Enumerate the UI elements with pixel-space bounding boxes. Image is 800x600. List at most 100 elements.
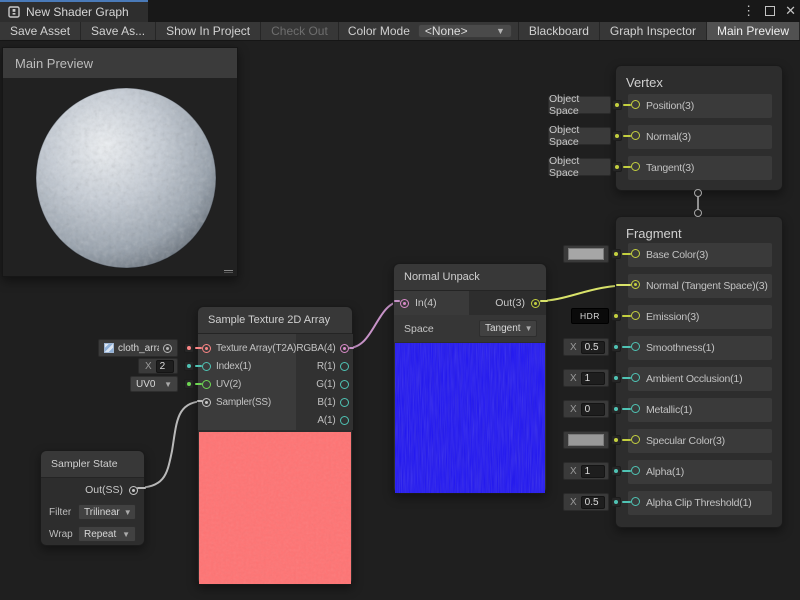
object-space-label: Object Space: [549, 124, 610, 148]
tab-new-shader-graph[interactable]: New Shader Graph: [0, 0, 148, 22]
float-field[interactable]: 0.5: [581, 341, 605, 354]
port-label: Alpha Clip Threshold(1): [646, 497, 752, 509]
index-port[interactable]: [202, 362, 211, 371]
normal-tangent-port[interactable]: [631, 280, 640, 289]
node-title: Vertex: [616, 66, 782, 90]
object-space-widget[interactable]: Object Space: [548, 158, 611, 176]
emission-hdr-swatch[interactable]: HDR: [571, 308, 609, 324]
connector-dot: [611, 373, 621, 383]
filter-dropdown[interactable]: Trilinear ▼: [78, 504, 136, 520]
r-port[interactable]: [340, 362, 349, 371]
alpha-clip-threshold-port[interactable]: [631, 497, 640, 506]
metallic-port[interactable]: [631, 404, 640, 413]
texture-array-object-field[interactable]: cloth_array: [98, 339, 178, 357]
save-asset-button[interactable]: Save Asset: [0, 22, 81, 40]
graph-inspector-toggle-button[interactable]: Graph Inspector: [600, 22, 707, 40]
show-in-project-button[interactable]: Show In Project: [156, 22, 261, 40]
window-menu-icon[interactable]: ⋮: [742, 0, 755, 22]
port-label: Ambient Occlusion(1): [646, 373, 742, 385]
main-preview-panel[interactable]: Main Preview: [2, 47, 238, 277]
float-field[interactable]: 0: [581, 403, 605, 416]
g-port[interactable]: [340, 380, 349, 389]
alpha-clip-float-widget[interactable]: X 0.5: [563, 493, 609, 511]
out-port[interactable]: [531, 299, 540, 308]
filter-label: Filter: [49, 507, 78, 518]
normal-unpack-node[interactable]: Normal Unpack In(4) Out(3) Space Tangent…: [393, 263, 547, 494]
object-space-widget[interactable]: Object Space: [548, 127, 611, 145]
ambient-occlusion-float-widget[interactable]: X 1: [563, 369, 609, 387]
specular-color-port[interactable]: [631, 435, 640, 444]
vertex-row-normal: Normal(3): [628, 125, 772, 149]
position-port[interactable]: [631, 100, 640, 109]
float-field[interactable]: 0.5: [581, 496, 605, 509]
ambient-occlusion-port[interactable]: [631, 373, 640, 382]
smoothness-float-widget[interactable]: X 0.5: [563, 338, 609, 356]
main-preview-viewport[interactable]: [3, 78, 237, 276]
port-label: Texture Array(T2A): [216, 343, 296, 354]
smoothness-port[interactable]: [631, 342, 640, 351]
main-preview-toggle-button[interactable]: Main Preview: [707, 22, 800, 40]
x-label: X: [570, 342, 577, 353]
blackboard-toggle-button[interactable]: Blackboard: [518, 22, 600, 40]
x-label: X: [145, 361, 152, 372]
maximize-icon[interactable]: [765, 6, 775, 16]
save-as-button[interactable]: Save As...: [81, 22, 156, 40]
base-color-port[interactable]: [631, 249, 640, 258]
x-label: X: [570, 466, 577, 477]
in-port[interactable]: [400, 299, 409, 308]
uv-channel-dropdown[interactable]: UV0 ▼: [130, 376, 178, 392]
main-preview-header[interactable]: Main Preview: [3, 48, 237, 78]
float-field[interactable]: 1: [581, 465, 605, 478]
vertex-master-node[interactable]: Vertex Position(3) Normal(3) Tangent(3): [615, 65, 783, 191]
connector-dot: [612, 100, 622, 110]
a-port[interactable]: [340, 416, 349, 425]
sample-texture-2d-array-node[interactable]: Sample Texture 2D Array Texture Array(T2…: [197, 306, 353, 585]
sampler-port[interactable]: [202, 398, 211, 407]
port-label: Normal (Tangent Space)(3): [646, 280, 768, 292]
x-label: X: [570, 404, 577, 415]
object-picker-icon[interactable]: [163, 344, 172, 353]
filter-value: Trilinear: [84, 507, 120, 518]
fragment-master-node[interactable]: Fragment Base Color(3) Normal (Tangent S…: [615, 216, 783, 528]
resize-handle[interactable]: [224, 270, 233, 273]
color-mode-value: <None>: [425, 24, 468, 38]
sampler-state-node[interactable]: Sampler State Out(SS) Filter Trilinear ▼…: [40, 450, 145, 546]
connector-dot: [612, 131, 622, 141]
port-label: Tangent(3): [646, 162, 694, 174]
space-dropdown[interactable]: Tangent ▼: [479, 320, 537, 337]
close-icon[interactable]: ✕: [785, 0, 796, 22]
stub-wire: [622, 253, 631, 255]
float-field[interactable]: 2: [156, 360, 174, 373]
wrap-dropdown[interactable]: Repeat ▼: [78, 526, 136, 542]
chevron-down-icon: ▼: [525, 324, 533, 333]
color-mode-dropdown[interactable]: <None> ▼: [418, 24, 512, 38]
stub-wire: [623, 104, 631, 106]
tangent-port[interactable]: [631, 162, 640, 171]
index-float-widget[interactable]: X 2: [138, 358, 178, 374]
graph-canvas[interactable]: Main Preview Vertex Position(3): [0, 41, 800, 600]
specular-color-swatch[interactable]: [563, 431, 609, 449]
texture-array-port[interactable]: [202, 344, 211, 353]
connector-dot: [611, 249, 621, 259]
alpha-float-widget[interactable]: X 1: [563, 462, 609, 480]
b-port[interactable]: [340, 398, 349, 407]
connector-dot: [184, 343, 194, 353]
float-field[interactable]: 1: [581, 372, 605, 385]
stub-wire: [622, 408, 631, 410]
chevron-down-icon: ▼: [124, 508, 132, 517]
link-knob-top[interactable]: [694, 189, 702, 197]
metallic-float-widget[interactable]: X 0: [563, 400, 609, 418]
x-label: X: [570, 373, 577, 384]
port-label: Out(SS): [85, 484, 123, 496]
normal-port[interactable]: [631, 131, 640, 140]
connector-dot: [611, 435, 621, 445]
object-space-widget[interactable]: Object Space: [548, 96, 611, 114]
port-label: Index(1): [216, 361, 251, 372]
port-label: Out(3): [495, 297, 525, 309]
filter-setting-row: Filter Trilinear ▼: [41, 502, 144, 522]
uv-port[interactable]: [202, 380, 211, 389]
link-knob-bottom[interactable]: [694, 209, 702, 217]
alpha-port[interactable]: [631, 466, 640, 475]
base-color-swatch[interactable]: [563, 245, 609, 263]
emission-port[interactable]: [631, 311, 640, 320]
